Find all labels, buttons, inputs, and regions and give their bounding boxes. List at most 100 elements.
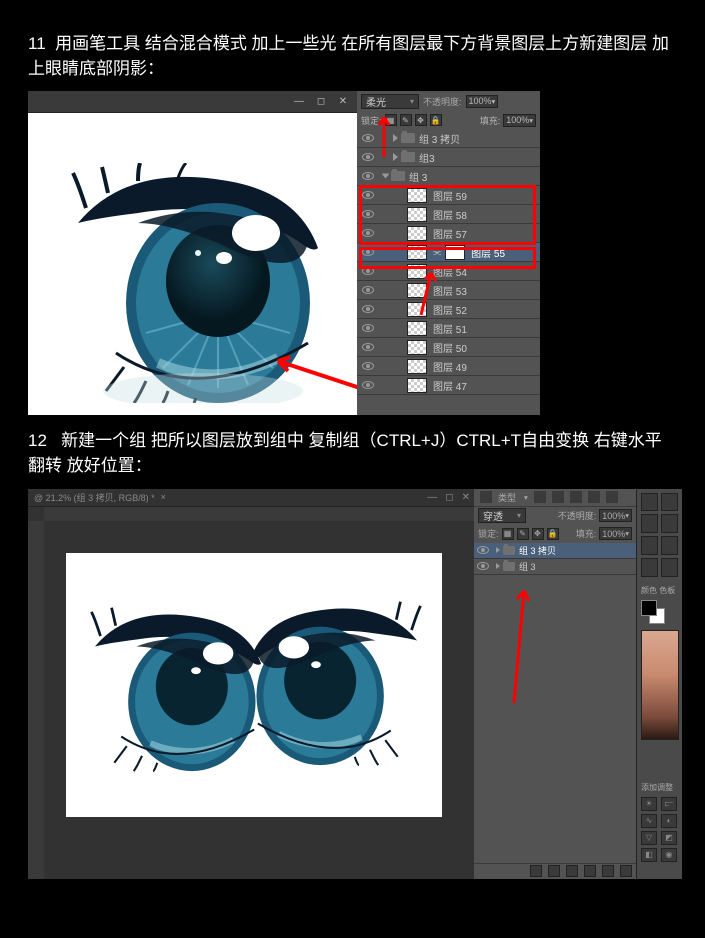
layer-thumb <box>407 359 427 374</box>
filter-text-icon[interactable] <box>570 491 582 503</box>
visibility-icon[interactable] <box>362 286 374 294</box>
color-ramp[interactable] <box>641 630 679 740</box>
lock-move-icon[interactable]: ✥ <box>532 528 544 540</box>
visibility-icon[interactable] <box>362 153 374 161</box>
eye-left <box>88 603 268 773</box>
lock-brush-icon[interactable]: ✎ <box>400 114 412 126</box>
layer-row[interactable]: 图层 59 <box>357 186 540 205</box>
visibility-icon[interactable] <box>362 134 374 142</box>
expand-icon[interactable] <box>393 153 398 161</box>
visibility-icon[interactable] <box>362 210 374 218</box>
adjust-exposure-icon[interactable]: ◐ <box>661 814 677 828</box>
mask-icon[interactable] <box>566 865 578 877</box>
layer-row[interactable]: 图层 47 <box>357 376 540 395</box>
adjust-levels-icon[interactable]: ⫍ <box>661 797 677 811</box>
layer-name: 图层 51 <box>433 321 467 336</box>
document-tab[interactable]: @ 21.2% (组 3 拷贝, RGB/8) * × <box>28 489 474 507</box>
layer-row[interactable]: 图层 53 <box>357 281 540 300</box>
visibility-icon[interactable] <box>477 546 489 554</box>
group-row[interactable]: 组 3 拷贝 <box>474 543 636 559</box>
visibility-icon[interactable] <box>362 362 374 370</box>
panel-tab-icon[interactable] <box>661 493 678 512</box>
layer-row[interactable]: 图层 50 <box>357 338 540 357</box>
close-icon[interactable]: ✕ <box>462 492 470 503</box>
layer-row[interactable]: 图层 57 <box>357 224 540 243</box>
canvas-window-1: — ◻ ✕ <box>28 91 357 415</box>
fx-icon[interactable] <box>548 865 560 877</box>
fill-field[interactable]: 100%▾ <box>503 114 536 127</box>
layer-row[interactable]: 图层 54 <box>357 262 540 281</box>
adjust-curves-icon[interactable]: ∿ <box>641 814 657 828</box>
layer-row[interactable]: 图层 58 <box>357 205 540 224</box>
layer-row[interactable]: 图层 52 <box>357 300 540 319</box>
new-group-icon[interactable] <box>584 865 596 877</box>
minimize-icon[interactable]: — <box>293 97 305 107</box>
maximize-icon[interactable]: ◻ <box>315 97 327 107</box>
expand-icon[interactable] <box>496 547 500 553</box>
eye-right <box>244 597 424 767</box>
kind-filter-icon[interactable] <box>480 491 492 503</box>
layer-row[interactable]: 图层 49 <box>357 357 540 376</box>
panel-tab-icon[interactable] <box>641 558 658 577</box>
expand-icon[interactable] <box>496 563 500 569</box>
adjust-brightness-icon[interactable]: ☀ <box>641 797 657 811</box>
visibility-icon[interactable] <box>362 381 374 389</box>
lock-brush-icon[interactable]: ✎ <box>517 528 529 540</box>
visibility-icon[interactable] <box>362 229 374 237</box>
lock-all-icon[interactable]: 🔒 <box>547 528 559 540</box>
delete-icon[interactable] <box>620 865 632 877</box>
panel-tab-icon[interactable] <box>661 558 678 577</box>
group-row[interactable]: 组 3 拷贝 <box>357 129 540 148</box>
panel-tab-icon[interactable] <box>641 493 658 512</box>
expand-icon[interactable] <box>393 134 398 142</box>
new-layer-icon[interactable] <box>602 865 614 877</box>
filter-shape-icon[interactable] <box>588 491 600 503</box>
blend-mode-dropdown[interactable]: 柔光▾ <box>361 94 419 109</box>
group-row[interactable]: 组 3 <box>357 167 540 186</box>
filter-adjust-icon[interactable] <box>552 491 564 503</box>
blend-mode-dropdown-2[interactable]: 穿透▾ <box>478 508 526 523</box>
visibility-icon[interactable] <box>362 343 374 351</box>
annotation-arrow-layers <box>417 267 437 317</box>
visibility-icon[interactable] <box>362 248 374 256</box>
filter-smart-icon[interactable] <box>606 491 618 503</box>
fill-field-2[interactable]: 100%▾ <box>599 527 632 540</box>
panel-tab-icon[interactable] <box>661 514 678 533</box>
visibility-icon[interactable] <box>362 191 374 199</box>
close-icon[interactable]: ✕ <box>337 97 349 107</box>
folder-icon <box>401 133 415 143</box>
lock-pixels-icon[interactable]: ▦ <box>502 528 514 540</box>
link-layers-icon[interactable] <box>530 865 542 877</box>
group-row[interactable]: 组 3 <box>474 559 636 575</box>
layer-row[interactable]: ⫘图层 55 <box>357 243 540 262</box>
visibility-icon[interactable] <box>362 172 374 180</box>
adjust-vibrance-icon[interactable]: ▽ <box>641 831 657 845</box>
group-row[interactable]: 组3 <box>357 148 540 167</box>
filter-image-icon[interactable] <box>534 491 546 503</box>
layer-row[interactable]: 图层 51 <box>357 319 540 338</box>
adjust-photo-icon[interactable]: ◉ <box>661 848 677 862</box>
opacity-field[interactable]: 100%▾ <box>466 95 499 108</box>
visibility-icon[interactable] <box>362 267 374 275</box>
visibility-icon[interactable] <box>477 562 489 570</box>
lock-all-icon[interactable]: 🔒 <box>430 114 442 126</box>
adjust-hue-icon[interactable]: ◩ <box>661 831 677 845</box>
layers-footer <box>474 863 636 879</box>
panel-tab-icon[interactable] <box>641 514 658 533</box>
layer-thumb <box>407 226 427 241</box>
opacity-field-2[interactable]: 100%▾ <box>599 509 632 522</box>
panel-tab-icon[interactable] <box>641 536 658 555</box>
panel-tab-icon[interactable] <box>661 536 678 555</box>
lock-move-icon[interactable]: ✥ <box>415 114 427 126</box>
minimize-icon[interactable]: — <box>427 492 437 503</box>
adjust-bw-icon[interactable]: ◧ <box>641 848 657 862</box>
expand-icon[interactable] <box>382 174 390 179</box>
maximize-icon[interactable]: ◻ <box>445 492 453 503</box>
layer-name: 图层 55 <box>471 245 505 260</box>
visibility-icon[interactable] <box>362 305 374 313</box>
visibility-icon[interactable] <box>362 324 374 332</box>
fg-color-swatch[interactable] <box>641 600 657 616</box>
layers-panel-1: 柔光▾ 不透明度: 100%▾ 锁定: ▦ ✎ ✥ 🔒 填充: 100%▾ 组 … <box>357 91 540 415</box>
fg-bg-colors[interactable] <box>641 600 665 624</box>
close-tab-icon[interactable]: × <box>161 492 166 502</box>
